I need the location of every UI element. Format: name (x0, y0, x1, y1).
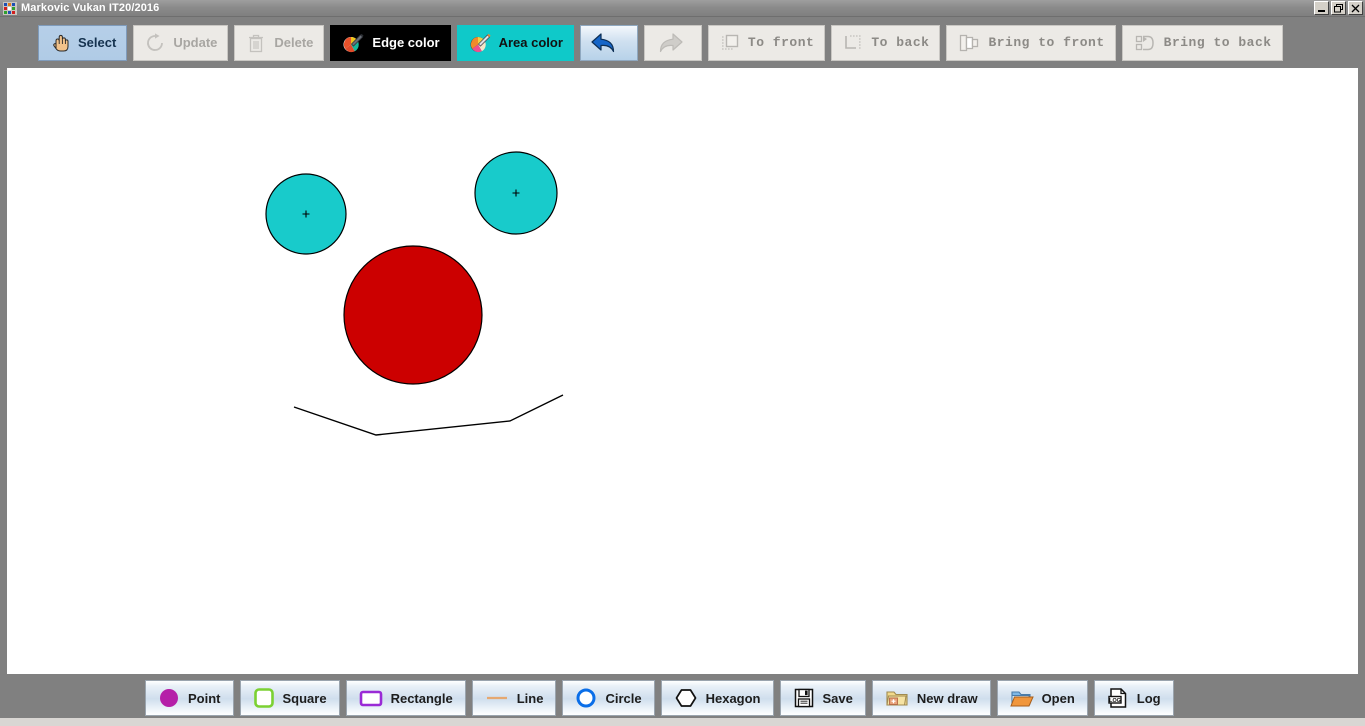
delete-button-label: Delete (274, 35, 314, 50)
to-front-icon (721, 34, 739, 50)
application-window: Markovic Vukan IT20/2016 Select Update D… (0, 0, 1365, 726)
hexagon-icon (675, 689, 696, 707)
delete-button[interactable]: Delete (234, 24, 325, 61)
to-back-icon (845, 34, 861, 49)
log-button-label: Log (1136, 690, 1161, 706)
area-color-button[interactable]: Area color (456, 24, 574, 61)
new-draw-button[interactable]: New draw (871, 680, 991, 716)
refresh-icon (147, 32, 164, 51)
update-button-label: Update (173, 35, 218, 50)
circle-tool-button[interactable]: Circle (562, 680, 655, 716)
open-folder-icon (1009, 691, 1034, 707)
new-folder-icon (886, 691, 908, 706)
title-bar: Markovic Vukan IT20/2016 (0, 0, 1365, 17)
point-tool-label: Point (188, 690, 221, 706)
line-tool-button[interactable]: Line (471, 680, 557, 716)
palette-brush-icon (470, 33, 491, 52)
to-back-button-label: To back (871, 35, 930, 50)
hexagon-tool-button[interactable]: Hexagon (660, 680, 774, 716)
undo-arrow-icon (591, 32, 615, 52)
bring-to-back-button-label: Bring to back (1163, 35, 1272, 50)
log-file-icon: LOG (1108, 688, 1127, 708)
to-back-button[interactable]: To back (831, 24, 941, 61)
select-button[interactable]: Select (38, 24, 128, 61)
bring-to-back-button[interactable]: Bring to back (1121, 24, 1283, 61)
to-front-button-label: To front (747, 35, 815, 50)
shape-circle-right-ear[interactable] (474, 151, 558, 235)
save-button[interactable]: Save (779, 680, 866, 716)
shape-polyline-mouth[interactable] (293, 394, 564, 436)
app-grid-icon (3, 1, 17, 15)
close-button[interactable] (1348, 1, 1363, 15)
edge-color-button-label: Edge color (372, 35, 440, 50)
bring-to-front-icon (960, 34, 979, 51)
bring-to-back-icon (1135, 35, 1154, 50)
point-tool-button[interactable]: Point (145, 680, 234, 716)
shape-circle-left-ear[interactable] (265, 173, 347, 255)
new-draw-button-label: New draw (916, 690, 978, 706)
hand-pointer-icon (53, 34, 69, 51)
circle-tool-label: Circle (605, 690, 642, 706)
minimize-button[interactable] (1314, 1, 1329, 15)
drawing-canvas[interactable] (7, 68, 1358, 674)
circle-outline-icon (576, 688, 596, 708)
floppy-disk-icon (794, 688, 813, 708)
bring-to-front-button-label: Bring to front (988, 35, 1105, 50)
window-controls (1314, 1, 1363, 15)
rect-outline-icon (359, 690, 382, 707)
filled-circle-icon (160, 689, 178, 707)
top-toolbar: Select Update Delete Edge color Area col… (0, 17, 1365, 68)
line-icon (486, 696, 507, 700)
trash-icon (249, 34, 264, 52)
hexagon-tool-label: Hexagon (705, 690, 761, 706)
line-tool-label: Line (516, 690, 544, 706)
square-tool-label: Square (282, 690, 327, 706)
rectangle-tool-label: Rectangle (390, 690, 453, 706)
redo-button[interactable] (643, 24, 702, 61)
bottom-toolbar: Point Square Rectangle Line Circle Hexag… (0, 674, 1365, 722)
open-button[interactable]: Open (996, 680, 1088, 716)
palette-brush-icon (343, 33, 365, 52)
save-button-label: Save (822, 690, 853, 706)
edge-color-button[interactable]: Edge color (330, 24, 451, 61)
rectangle-tool-button[interactable]: Rectangle (345, 680, 466, 716)
update-button[interactable]: Update (133, 24, 229, 61)
select-button-label: Select (78, 35, 117, 50)
area-color-button-label: Area color (498, 35, 563, 50)
log-button[interactable]: LOG Log (1093, 680, 1174, 716)
window-title: Markovic Vukan IT20/2016 (21, 2, 160, 14)
restore-button[interactable] (1331, 1, 1346, 15)
svg-text:LOG: LOG (1109, 698, 1121, 704)
open-button-label: Open (1041, 690, 1075, 706)
square-outline-icon (253, 688, 274, 708)
to-front-button[interactable]: To front (707, 24, 826, 61)
bring-to-front-button[interactable]: Bring to front (946, 24, 1116, 61)
square-tool-button[interactable]: Square (239, 680, 340, 716)
window-bottom-edge (0, 718, 1365, 726)
redo-arrow-icon (660, 32, 684, 52)
undo-button[interactable] (579, 24, 638, 61)
shape-circle-face[interactable] (343, 245, 483, 385)
